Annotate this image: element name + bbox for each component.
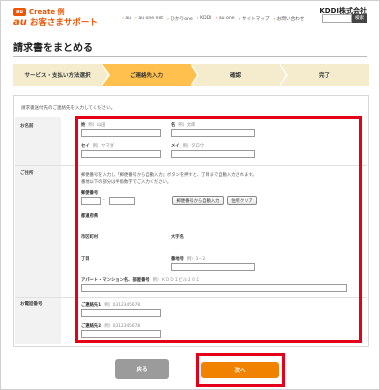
nav-link-kddi[interactable]: KDDI xyxy=(197,16,211,22)
nav-link-sitemap[interactable]: サイトマップ xyxy=(239,16,270,22)
nav-link-au-one-net[interactable]: au one net xyxy=(135,16,163,22)
au-badge: au xyxy=(13,8,26,16)
title-divider xyxy=(13,56,367,57)
nav-link-contact[interactable]: お問い合わせ xyxy=(273,16,305,22)
nav-link-au[interactable]: au xyxy=(122,16,131,22)
top-nav: au au one net ひかりone KDDI au one サイトマップ … xyxy=(122,16,304,22)
nav-link-hikari-one[interactable]: ひかりone xyxy=(167,16,192,22)
address-section-label: ご住所 xyxy=(20,171,34,176)
progress-steps: サービス・支払い方法選択 ご連絡先入力 確認 完了 xyxy=(13,64,369,86)
step-service-select: サービス・支払い方法選択 xyxy=(13,64,110,86)
step-confirm: 確認 xyxy=(191,64,288,86)
name-section-label: お名前 xyxy=(20,124,34,129)
address-label-cell xyxy=(15,166,61,297)
page-frame: au Create 例 au お客さまサポート KDDI株式会社 au au o… xyxy=(0,0,380,390)
au-support-logo[interactable]: au お客さまサポート xyxy=(13,16,98,28)
next-button[interactable]: 次へ xyxy=(201,362,279,378)
form-instruction: 請求書送付先のご連絡先を入力してください。 xyxy=(21,106,116,111)
step-contact-input: ご連絡先入力 xyxy=(102,64,199,86)
page-title: 請求書をまとめる xyxy=(13,43,93,54)
phone-section-label: お電話番号 xyxy=(20,302,43,307)
site-header: au Create 例 au お客さまサポート KDDI株式会社 au au o… xyxy=(1,1,379,31)
search-input[interactable] xyxy=(322,14,352,23)
step-complete: 完了 xyxy=(280,64,369,86)
search-button[interactable]: 検索 xyxy=(352,14,367,23)
nav-link-au-one[interactable]: au one xyxy=(216,16,235,22)
support-text: お客さまサポート xyxy=(29,18,98,28)
back-button[interactable]: 戻る xyxy=(115,359,169,379)
au-logo-mark: au xyxy=(13,17,27,28)
form-highlight-box xyxy=(75,116,362,343)
